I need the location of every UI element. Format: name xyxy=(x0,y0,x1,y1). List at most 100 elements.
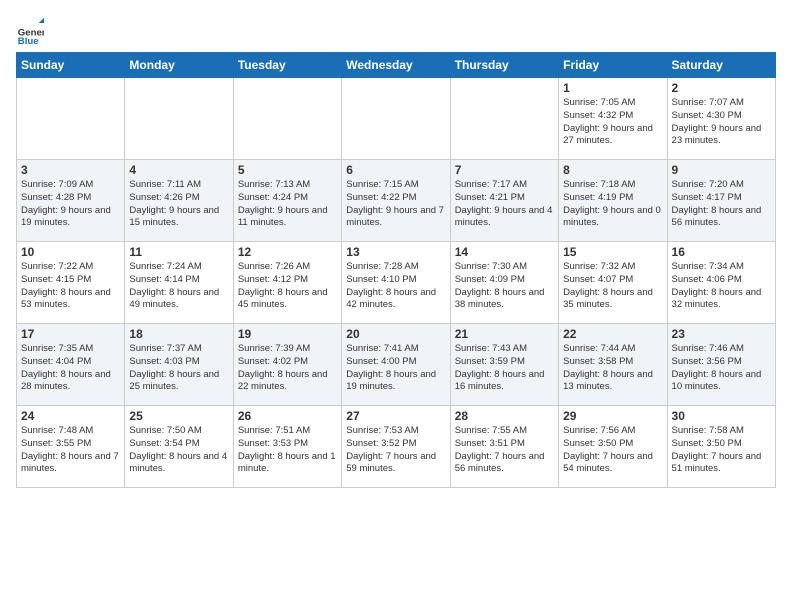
day-number: 15 xyxy=(563,245,662,259)
calendar-cell: 11Sunrise: 7:24 AM Sunset: 4:14 PM Dayli… xyxy=(125,242,233,324)
day-info: Sunrise: 7:26 AM Sunset: 4:12 PM Dayligh… xyxy=(238,261,337,312)
weekday-header: Thursday xyxy=(450,53,558,78)
day-number: 7 xyxy=(455,163,554,177)
day-info: Sunrise: 7:17 AM Sunset: 4:21 PM Dayligh… xyxy=(455,179,554,230)
day-number: 24 xyxy=(21,409,120,423)
calendar-week-row: 1 Sunrise: 7:05 AM Sunset: 4:32 PM Daylig… xyxy=(17,78,776,160)
calendar-cell: 2 Sunrise: 7:07 AM Sunset: 4:30 PM Daylig… xyxy=(667,78,775,160)
day-info: Sunrise: 7:32 AM Sunset: 4:07 PM Dayligh… xyxy=(563,261,662,312)
weekday-header: Monday xyxy=(125,53,233,78)
day-number: 14 xyxy=(455,245,554,259)
day-info: Sunrise: 7:28 AM Sunset: 4:10 PM Dayligh… xyxy=(346,261,445,312)
day-info: Sunrise: 7:30 AM Sunset: 4:09 PM Dayligh… xyxy=(455,261,554,312)
calendar-cell: 23 Sunrise: 7:46 AM Sunset: 3:56 PM Dayli… xyxy=(667,324,775,406)
day-info: Sunrise: 7:13 AM Sunset: 4:24 PM Dayligh… xyxy=(238,179,337,230)
day-info: Sunrise: 7:48 AM Sunset: 3:55 PM Dayligh… xyxy=(21,425,120,476)
calendar-cell: 5 Sunrise: 7:13 AM Sunset: 4:24 PM Daylig… xyxy=(233,160,341,242)
calendar-cell: 4Sunrise: 7:11 AM Sunset: 4:26 PM Daylig… xyxy=(125,160,233,242)
calendar-cell xyxy=(125,78,233,160)
calendar-cell xyxy=(342,78,450,160)
svg-text:Blue: Blue xyxy=(18,36,39,44)
day-info: Sunrise: 7:56 AM Sunset: 3:50 PM Dayligh… xyxy=(563,425,662,476)
day-info: Sunrise: 7:37 AM Sunset: 4:03 PM Dayligh… xyxy=(129,343,228,394)
day-number: 20 xyxy=(346,327,445,341)
weekday-header: Tuesday xyxy=(233,53,341,78)
calendar-cell: 20 Sunrise: 7:41 AM Sunset: 4:00 PM Dayli… xyxy=(342,324,450,406)
calendar-cell: 21 Sunrise: 7:43 AM Sunset: 3:59 PM Dayli… xyxy=(450,324,558,406)
calendar-cell: 25 Sunrise: 7:50 AM Sunset: 3:54 PM Dayli… xyxy=(125,406,233,488)
calendar-week-row: 10 Sunrise: 7:22 AM Sunset: 4:15 PM Dayli… xyxy=(17,242,776,324)
day-number: 9 xyxy=(672,163,771,177)
calendar-cell: 22 Sunrise: 7:44 AM Sunset: 3:58 PM Dayli… xyxy=(559,324,667,406)
day-info: Sunrise: 7:51 AM Sunset: 3:53 PM Dayligh… xyxy=(238,425,337,476)
day-info: Sunrise: 7:05 AM Sunset: 4:32 PM Dayligh… xyxy=(563,97,662,148)
calendar-cell: 15 Sunrise: 7:32 AM Sunset: 4:07 PM Dayli… xyxy=(559,242,667,324)
day-number: 30 xyxy=(672,409,771,423)
day-info: Sunrise: 7:41 AM Sunset: 4:00 PM Dayligh… xyxy=(346,343,445,394)
calendar-cell: 19Sunrise: 7:39 AM Sunset: 4:02 PM Dayli… xyxy=(233,324,341,406)
day-number: 11 xyxy=(129,245,228,259)
day-info: Sunrise: 7:34 AM Sunset: 4:06 PM Dayligh… xyxy=(672,261,771,312)
calendar-cell xyxy=(450,78,558,160)
calendar-cell: 1 Sunrise: 7:05 AM Sunset: 4:32 PM Daylig… xyxy=(559,78,667,160)
page-header: General Blue xyxy=(16,16,776,44)
day-info: Sunrise: 7:07 AM Sunset: 4:30 PM Dayligh… xyxy=(672,97,771,148)
weekday-header: Sunday xyxy=(17,53,125,78)
calendar-cell: 30 Sunrise: 7:58 AM Sunset: 3:50 PM Dayli… xyxy=(667,406,775,488)
day-number: 29 xyxy=(563,409,662,423)
day-info: Sunrise: 7:43 AM Sunset: 3:59 PM Dayligh… xyxy=(455,343,554,394)
calendar-cell: 28Sunrise: 7:55 AM Sunset: 3:51 PM Dayli… xyxy=(450,406,558,488)
calendar-cell: 9 Sunrise: 7:20 AM Sunset: 4:17 PM Daylig… xyxy=(667,160,775,242)
calendar-cell xyxy=(17,78,125,160)
weekday-header: Friday xyxy=(559,53,667,78)
calendar-cell: 12 Sunrise: 7:26 AM Sunset: 4:12 PM Dayli… xyxy=(233,242,341,324)
calendar-cell: 24 Sunrise: 7:48 AM Sunset: 3:55 PM Dayli… xyxy=(17,406,125,488)
calendar-cell: 17 Sunrise: 7:35 AM Sunset: 4:04 PM Dayli… xyxy=(17,324,125,406)
day-number: 5 xyxy=(238,163,337,177)
day-info: Sunrise: 7:09 AM Sunset: 4:28 PM Dayligh… xyxy=(21,179,120,230)
logo: General Blue xyxy=(16,16,48,44)
day-info: Sunrise: 7:35 AM Sunset: 4:04 PM Dayligh… xyxy=(21,343,120,394)
calendar-cell: 3 Sunrise: 7:09 AM Sunset: 4:28 PM Daylig… xyxy=(17,160,125,242)
day-number: 10 xyxy=(21,245,120,259)
day-number: 13 xyxy=(346,245,445,259)
day-number: 2 xyxy=(672,81,771,95)
calendar-cell: 27 Sunrise: 7:53 AM Sunset: 3:52 PM Dayli… xyxy=(342,406,450,488)
calendar-week-row: 3 Sunrise: 7:09 AM Sunset: 4:28 PM Daylig… xyxy=(17,160,776,242)
day-info: Sunrise: 7:50 AM Sunset: 3:54 PM Dayligh… xyxy=(129,425,228,476)
calendar-cell: 10 Sunrise: 7:22 AM Sunset: 4:15 PM Dayli… xyxy=(17,242,125,324)
calendar-cell: 6Sunrise: 7:15 AM Sunset: 4:22 PM Daylig… xyxy=(342,160,450,242)
calendar-cell: 26Sunrise: 7:51 AM Sunset: 3:53 PM Dayli… xyxy=(233,406,341,488)
day-number: 19 xyxy=(238,327,337,341)
calendar-cell: 14 Sunrise: 7:30 AM Sunset: 4:09 PM Dayli… xyxy=(450,242,558,324)
day-info: Sunrise: 7:20 AM Sunset: 4:17 PM Dayligh… xyxy=(672,179,771,230)
day-info: Sunrise: 7:46 AM Sunset: 3:56 PM Dayligh… xyxy=(672,343,771,394)
day-info: Sunrise: 7:53 AM Sunset: 3:52 PM Dayligh… xyxy=(346,425,445,476)
calendar-cell: 16 Sunrise: 7:34 AM Sunset: 4:06 PM Dayli… xyxy=(667,242,775,324)
day-info: Sunrise: 7:22 AM Sunset: 4:15 PM Dayligh… xyxy=(21,261,120,312)
day-info: Sunrise: 7:18 AM Sunset: 4:19 PM Dayligh… xyxy=(563,179,662,230)
day-info: Sunrise: 7:44 AM Sunset: 3:58 PM Dayligh… xyxy=(563,343,662,394)
calendar-cell xyxy=(233,78,341,160)
day-number: 1 xyxy=(563,81,662,95)
day-number: 17 xyxy=(21,327,120,341)
calendar-week-row: 17 Sunrise: 7:35 AM Sunset: 4:04 PM Dayli… xyxy=(17,324,776,406)
weekday-header: Wednesday xyxy=(342,53,450,78)
logo-icon: General Blue xyxy=(16,16,44,44)
day-info: Sunrise: 7:58 AM Sunset: 3:50 PM Dayligh… xyxy=(672,425,771,476)
day-number: 25 xyxy=(129,409,228,423)
day-number: 28 xyxy=(455,409,554,423)
calendar-cell: 7 Sunrise: 7:17 AM Sunset: 4:21 PM Daylig… xyxy=(450,160,558,242)
day-number: 23 xyxy=(672,327,771,341)
day-number: 22 xyxy=(563,327,662,341)
day-number: 12 xyxy=(238,245,337,259)
day-number: 21 xyxy=(455,327,554,341)
weekday-header-row: SundayMondayTuesdayWednesdayThursdayFrid… xyxy=(17,53,776,78)
calendar-table: SundayMondayTuesdayWednesdayThursdayFrid… xyxy=(16,52,776,488)
day-number: 27 xyxy=(346,409,445,423)
day-number: 16 xyxy=(672,245,771,259)
day-number: 3 xyxy=(21,163,120,177)
calendar-cell: 8 Sunrise: 7:18 AM Sunset: 4:19 PM Daylig… xyxy=(559,160,667,242)
day-number: 8 xyxy=(563,163,662,177)
calendar-week-row: 24 Sunrise: 7:48 AM Sunset: 3:55 PM Dayli… xyxy=(17,406,776,488)
